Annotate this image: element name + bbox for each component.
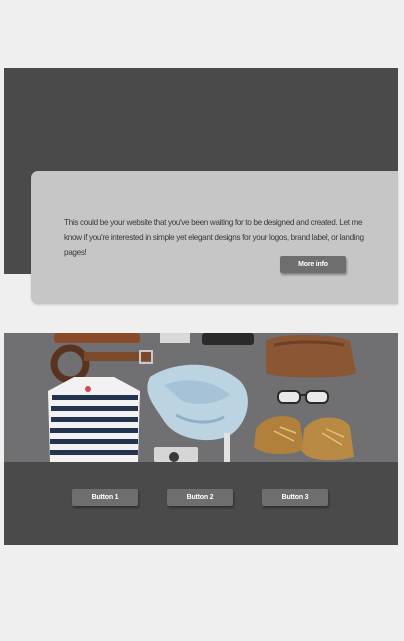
button-bar: Button 1 Button 2 Button 3: [4, 462, 398, 545]
flat-lay-photo: [4, 333, 398, 462]
button-1[interactable]: Button 1: [72, 489, 138, 506]
button-3[interactable]: Button 3: [262, 489, 328, 506]
more-info-button[interactable]: More info: [280, 256, 346, 273]
button-2[interactable]: Button 2: [167, 489, 233, 506]
info-text: This could be your website that you've b…: [64, 218, 364, 258]
info-card: This could be your website that you've b…: [31, 171, 398, 304]
page: This could be your website that you've b…: [4, 0, 398, 641]
